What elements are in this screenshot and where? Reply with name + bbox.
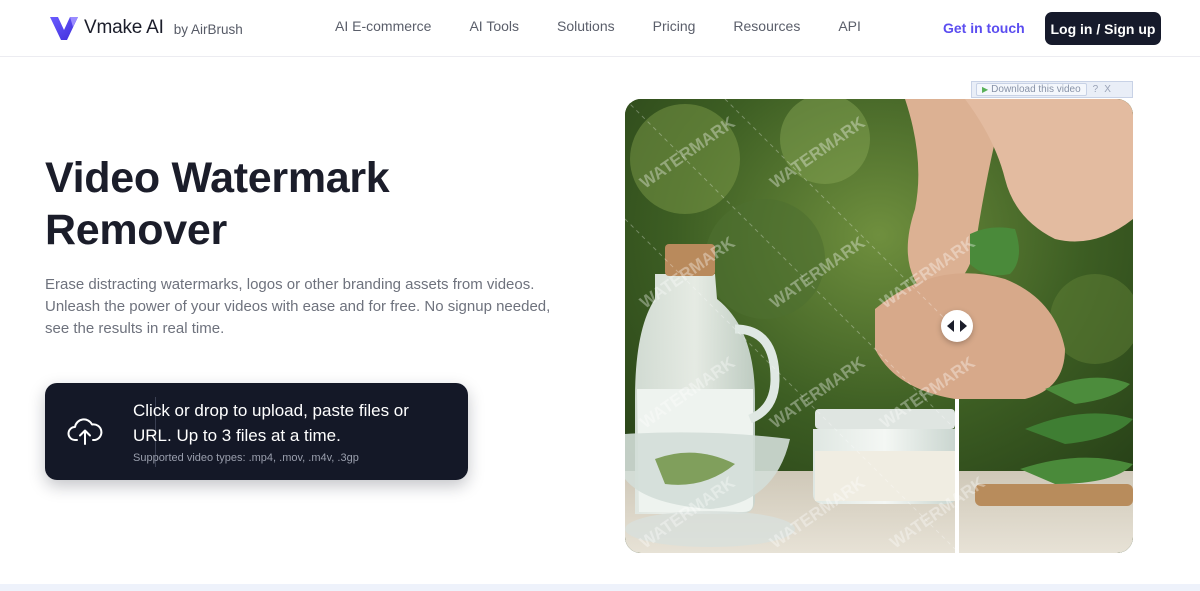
- download-video-button[interactable]: ▶ Download this video: [976, 83, 1087, 96]
- brand-name: Vmake AI: [84, 17, 164, 38]
- compare-slider-handle[interactable]: [941, 310, 973, 342]
- page-title: Video Watermark Remover: [45, 152, 605, 256]
- cloud-upload-icon: [67, 418, 103, 445]
- compare-arrows-icon: [947, 320, 967, 332]
- download-video-bar: ▶ Download this video ? X: [971, 81, 1133, 98]
- nav-item-resources[interactable]: Resources: [733, 18, 800, 34]
- brand-by: by AirBrush: [173, 22, 243, 37]
- close-icon[interactable]: X: [1104, 84, 1111, 95]
- section-divider: [0, 584, 1200, 591]
- upload-instructions: Click or drop to upload, paste files or …: [133, 398, 453, 448]
- preview-image: WATERMARK WATERMARK WATERMARK WATERMARK …: [625, 99, 1133, 553]
- play-icon: ▶: [982, 84, 989, 94]
- site-header: Vmake AI by AirBrush AI E-commerce AI To…: [0, 0, 1200, 57]
- hero-description-line-2: Unleash the power of your videos with ea…: [45, 298, 551, 315]
- upload-dropzone[interactable]: Click or drop to upload, paste files or …: [45, 383, 468, 480]
- upload-instructions-line-1: Click or drop to upload, paste files or: [133, 401, 409, 420]
- page-title-line-2: Remover: [45, 206, 227, 254]
- brand-logo[interactable]: Vmake AI by AirBrush: [48, 14, 243, 42]
- download-video-label: Download this video: [991, 83, 1081, 95]
- nav-item-ai-ecommerce[interactable]: AI E-commerce: [335, 18, 431, 34]
- hero-description: Erase distracting watermarks, logos or o…: [45, 274, 585, 340]
- before-after-preview[interactable]: WATERMARK WATERMARK WATERMARK WATERMARK …: [625, 99, 1133, 553]
- vmake-logo-icon: [50, 17, 78, 40]
- hero-description-line-3: see the results in real time.: [45, 320, 225, 337]
- supported-types: Supported video types: .mp4, .mov, .m4v,…: [133, 452, 359, 464]
- nav-item-solutions[interactable]: Solutions: [557, 18, 615, 34]
- upload-instructions-line-2: URL. Up to 3 files at a time.: [133, 426, 341, 445]
- nav-item-ai-tools[interactable]: AI Tools: [469, 18, 519, 34]
- get-in-touch-link[interactable]: Get in touch: [943, 20, 1025, 36]
- main-nav: AI E-commerce AI Tools Solutions Pricing…: [335, 18, 861, 34]
- nav-item-api[interactable]: API: [838, 18, 861, 34]
- login-signup-button[interactable]: Log in / Sign up: [1045, 12, 1161, 45]
- nav-item-pricing[interactable]: Pricing: [653, 18, 696, 34]
- page-title-line-1: Video Watermark: [45, 154, 390, 202]
- help-icon[interactable]: ?: [1093, 84, 1099, 95]
- hero-description-line-1: Erase distracting watermarks, logos or o…: [45, 276, 535, 293]
